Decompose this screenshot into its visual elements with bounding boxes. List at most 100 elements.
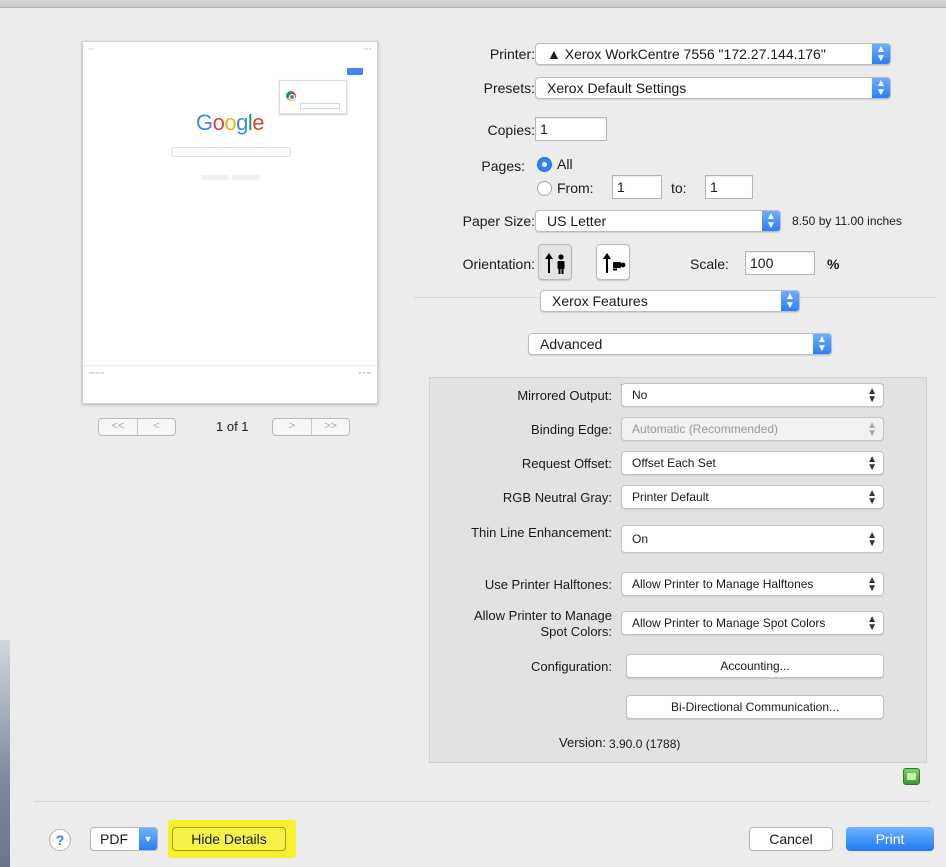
pages-from-field[interactable]: 1 <box>612 175 662 199</box>
cancel-button[interactable]: Cancel <box>749 827 833 851</box>
chevron-updown-icon: ▲ ▼ <box>867 454 877 473</box>
first-page-button[interactable]: << <box>99 419 137 435</box>
portrait-orientation-button[interactable] <box>538 244 572 280</box>
thin-line-label: Thin Line Enhancement: <box>471 525 612 540</box>
pages-all-radio[interactable] <box>537 157 552 172</box>
pages-from-label: From: <box>557 180 594 196</box>
version-label: Version: <box>559 735 606 750</box>
chevron-updown-icon: ▲ ▼ <box>872 44 890 64</box>
next-page-button[interactable]: > <box>273 419 311 435</box>
preview-header-left: ▪ ▪ <box>89 46 93 51</box>
subsection-select[interactable]: Advanced ▲ ▼ <box>528 333 832 355</box>
landscape-icon <box>603 253 626 273</box>
spot-colors-select[interactable]: Allow Printer to Manage Spot Colors ▲ ▼ <box>621 611 884 635</box>
desktop-edge <box>0 640 10 867</box>
binding-edge-select[interactable]: Automatic (Recommended) ▲ ▼ <box>621 417 884 441</box>
hide-details-button[interactable]: Hide Details <box>172 827 286 851</box>
rgb-neutral-gray-select[interactable]: Printer Default ▲ ▼ <box>621 485 884 509</box>
preview-footer-right: ▪▪ ▪▪ ▪▪▪ <box>358 370 371 375</box>
help-button[interactable]: ? <box>49 829 71 851</box>
scale-unit: % <box>827 256 840 272</box>
logo-letter-e: e <box>252 110 264 135</box>
thin-line-select[interactable]: On ▲ ▼ <box>621 525 884 553</box>
chrome-icon <box>286 91 296 101</box>
spot-colors-label: Allow Printer to Manage Spot Colors: <box>474 608 612 640</box>
scale-label: Scale: <box>690 256 729 272</box>
pages-to-field[interactable]: 1 <box>705 175 753 199</box>
printer-select[interactable]: ▲ Xerox WorkCentre 7556 "172.27.144.176"… <box>535 43 891 65</box>
logo-letter-G: G <box>195 110 213 135</box>
paper-size-select[interactable]: US Letter ▲ ▼ <box>535 210 781 232</box>
paper-dimensions: 8.50 by 11.00 inches <box>792 214 902 228</box>
pdf-menu-button[interactable]: PDF ▼ <box>90 827 158 851</box>
previous-page-button[interactable]: < <box>137 419 175 435</box>
subsection-value: Advanced <box>540 336 603 352</box>
chevron-updown-icon: ▲ ▼ <box>867 575 877 594</box>
landscape-orientation-button[interactable] <box>596 244 630 280</box>
printer-status-icon[interactable] <box>903 768 920 785</box>
last-page-button[interactable]: >> <box>311 419 349 435</box>
pages-all-label: All <box>557 156 573 172</box>
orientation-label: Orientation: <box>462 256 535 272</box>
pages-to-label: to: <box>671 180 687 196</box>
window-top-edge <box>0 0 946 8</box>
page-preview: ▪ ▪ ▪ ▪ ▪ Google ▪▪▪▪ ▪▪▪ ▪▪ ▪▪ ▪▪ ▪▪▪ <box>82 41 378 404</box>
preview-nav-back: << < <box>98 418 176 436</box>
chevron-updown-icon: ▲ ▼ <box>867 614 877 633</box>
rgb-neutral-gray-label: RGB Neutral Gray: <box>502 490 612 505</box>
scale-field[interactable]: 100 <box>745 251 815 275</box>
preview-signin-button <box>347 68 363 75</box>
binding-edge-value: Automatic (Recommended) <box>632 422 779 436</box>
presets-label: Presets: <box>483 80 535 96</box>
bidirectional-communication-button[interactable]: Bi-Directional Communication... <box>626 695 884 719</box>
pdf-label: PDF <box>100 831 128 847</box>
preview-search-box <box>171 147 291 157</box>
configuration-label: Configuration: <box>531 659 612 674</box>
page-indicator: 1 of 1 <box>216 419 249 434</box>
section-value: Xerox Features <box>552 293 648 309</box>
request-offset-label: Request Offset: <box>521 456 612 471</box>
chevron-updown-icon: ▲ ▼ <box>762 211 780 231</box>
chevron-down-icon: ▼ <box>139 828 157 850</box>
paper-size-value: US Letter <box>547 213 607 229</box>
section-select[interactable]: Xerox Features ▲ ▼ <box>540 290 800 312</box>
preview-google-logo: Google <box>83 110 377 136</box>
print-dialog: ▪ ▪ ▪ ▪ ▪ Google ▪▪▪▪ ▪▪▪ ▪▪ ▪▪ ▪▪ ▪▪▪ <… <box>10 8 936 867</box>
preview-header-right: ▪ ▪ ▪ <box>364 46 371 51</box>
spot-colors-label-line2: Spot Colors: <box>540 624 612 639</box>
preview-footer-line <box>83 365 377 366</box>
request-offset-select[interactable]: Offset Each Set ▲ ▼ <box>621 451 884 475</box>
halftones-value: Allow Printer to Manage Halftones <box>632 577 814 591</box>
mirrored-output-label: Mirrored Output: <box>517 388 612 403</box>
hide-details-highlight: Hide Details <box>168 820 296 858</box>
printer-value: ▲ Xerox WorkCentre 7556 "172.27.144.176" <box>547 46 826 62</box>
chevron-updown-icon: ▲ ▼ <box>867 386 877 405</box>
thin-line-value: On <box>632 532 649 546</box>
spot-colors-label-line1: Allow Printer to Manage <box>473 608 612 623</box>
preview-popup-button <box>300 103 340 109</box>
chevron-updown-icon: ▲ ▼ <box>867 488 877 507</box>
spot-colors-value: Allow Printer to Manage Spot Colors <box>632 616 826 630</box>
printer-label: Printer: <box>489 46 535 62</box>
version-value: 3.90.0 (1788) <box>609 737 681 751</box>
copies-field[interactable]: 1 <box>535 117 607 141</box>
accounting-button[interactable]: Accounting... <box>626 654 884 678</box>
halftones-select[interactable]: Allow Printer to Manage Halftones ▲ ▼ <box>621 572 884 596</box>
print-button[interactable]: Print <box>846 827 934 851</box>
chevron-updown-icon: ▲ ▼ <box>813 334 831 354</box>
chevron-updown-icon: ▲ ▼ <box>867 420 877 439</box>
logo-letter-o2: o <box>224 110 237 135</box>
presets-select[interactable]: Xerox Default Settings ▲ ▼ <box>535 77 891 99</box>
pages-from-radio[interactable] <box>537 181 552 196</box>
preview-nav-forward: > >> <box>272 418 350 436</box>
rgb-neutral-gray-value: Printer Default <box>632 490 709 504</box>
copies-label: Copies: <box>487 122 535 138</box>
mirrored-output-select[interactable]: No ▲ ▼ <box>621 383 884 407</box>
chevron-updown-icon: ▲ ▼ <box>781 291 799 311</box>
binding-edge-label: Binding Edge: <box>531 422 612 437</box>
logo-letter-g: g <box>236 110 248 135</box>
chevron-updown-icon: ▲ ▼ <box>867 530 877 549</box>
request-offset-value: Offset Each Set <box>632 456 716 470</box>
paper-size-label: Paper Size: <box>462 213 535 229</box>
pages-label: Pages: <box>481 158 525 174</box>
